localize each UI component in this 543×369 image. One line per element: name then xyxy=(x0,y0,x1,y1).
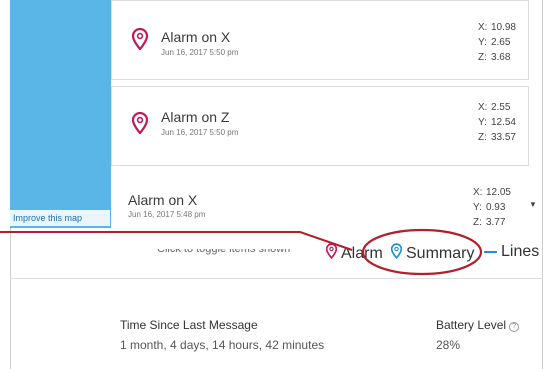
battery-level-header: Battery Level? xyxy=(436,318,520,332)
legend-summary-label: Summary xyxy=(406,244,475,262)
legend-alarm-label: Alarm xyxy=(341,244,383,262)
battery-level-value: 28% xyxy=(436,338,461,352)
time-since-value: 1 month, 4 days, 14 hours, 42 minutes xyxy=(120,338,325,352)
alarm-list-item[interactable]: Alarm on X Jun 16, 2017 5:48 pm X: 12.05 … xyxy=(111,172,529,228)
alarm-list[interactable]: Alarm on X Jun 16, 2017 5:50 pm X: 10.98 … xyxy=(111,0,529,228)
alarm-date: Jun 16, 2017 5:50 pm xyxy=(161,48,239,57)
alarm-pin-icon xyxy=(131,27,149,55)
help-icon[interactable]: ? xyxy=(509,322,520,332)
scroll-down-icon[interactable]: ▼ xyxy=(529,200,539,210)
alarm-coords: X: 2.55 Y: 12.54 Z: 33.57 xyxy=(477,102,516,143)
device-panel: Improve this map Alarm on X Jun 16, 2017… xyxy=(0,0,543,369)
summary-pin-icon xyxy=(390,243,403,264)
alarm-date: Jun 16, 2017 5:50 pm xyxy=(161,128,239,137)
alarm-list-item[interactable]: Alarm on Z Jun 16, 2017 5:50 pm X: 2.55 Y… xyxy=(111,86,529,166)
alarm-coords: X: 10.98 Y: 2.65 Z: 3.68 xyxy=(477,22,516,63)
legend-toggle-lines[interactable]: Lines xyxy=(484,243,539,261)
alarm-list-item[interactable]: Alarm on X Jun 16, 2017 5:50 pm X: 10.98 … xyxy=(111,0,529,80)
time-since-label: Time Since Last Message xyxy=(120,318,258,332)
alarm-title: Alarm on X xyxy=(128,192,198,208)
legend-lines-label: Lines xyxy=(501,243,540,260)
map-view[interactable] xyxy=(10,0,111,228)
alarm-title: Alarm on X xyxy=(161,29,231,45)
section-divider xyxy=(10,278,543,279)
battery-level-label: Battery Level xyxy=(436,318,507,332)
legend-toggle-alarm[interactable]: Alarm xyxy=(325,243,383,264)
alarm-date: Jun 16, 2017 5:48 pm xyxy=(128,210,206,219)
improve-map-link[interactable]: Improve this map xyxy=(10,210,110,226)
alarm-title: Alarm on Z xyxy=(161,109,230,125)
legend-toggle-summary[interactable]: Summary xyxy=(390,243,475,264)
alarm-pin-icon xyxy=(131,111,149,139)
line-icon xyxy=(484,251,497,253)
alarm-pin-icon xyxy=(325,243,338,264)
alarm-coords: X: 12.05 Y: 0.93 Z: 3.77 xyxy=(472,187,511,228)
